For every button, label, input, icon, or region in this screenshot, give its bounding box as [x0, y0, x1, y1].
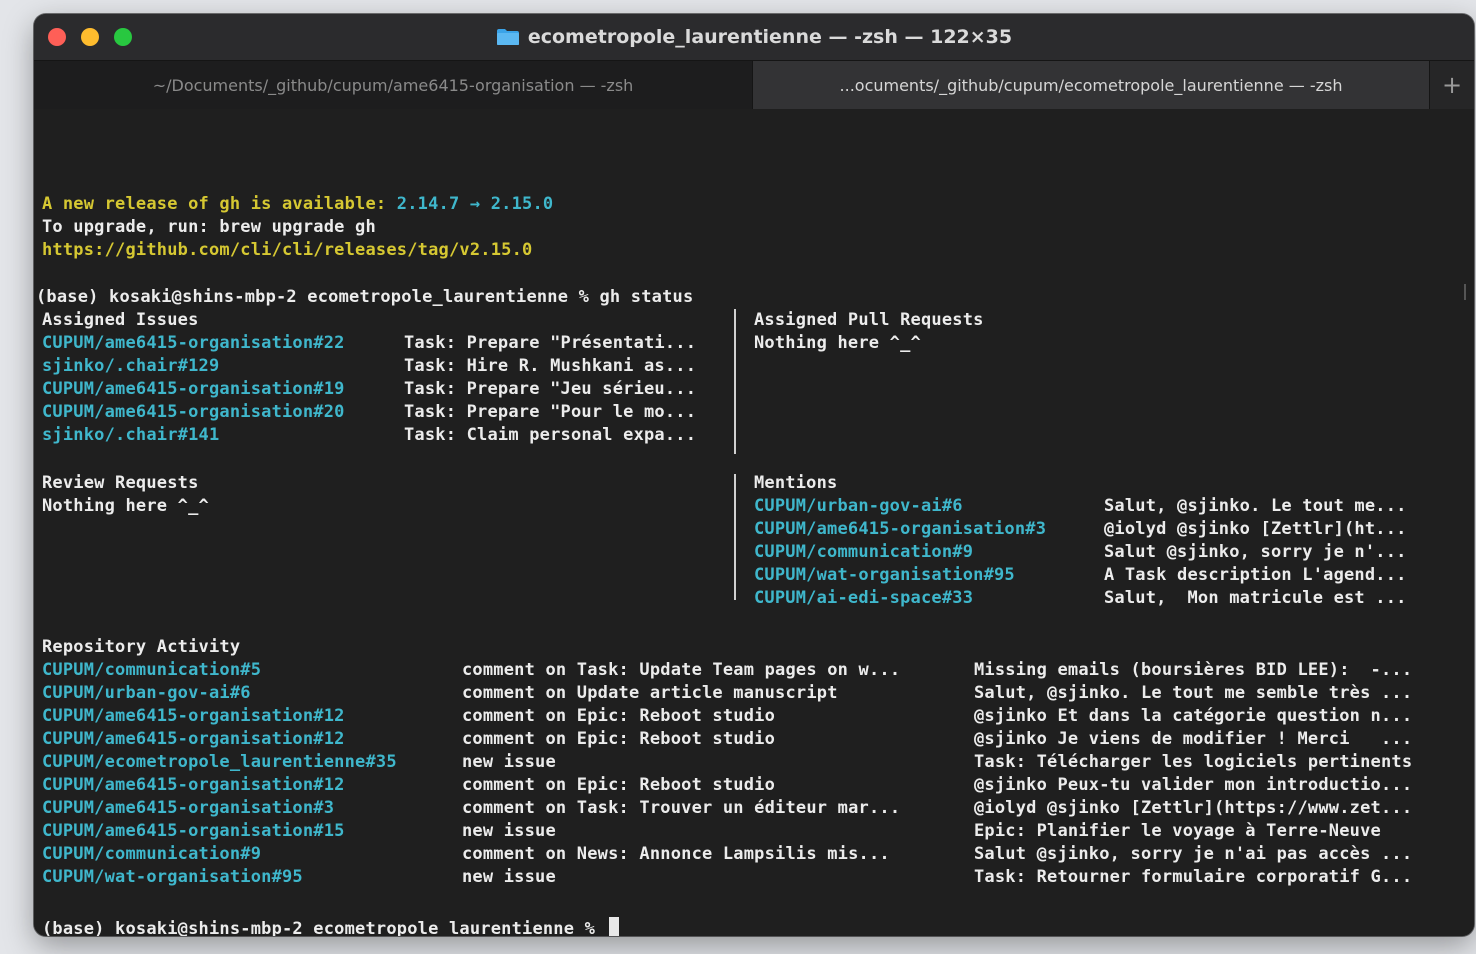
mention-text: @iolyd @sjinko [Zettlr](ht...: [1104, 519, 1407, 539]
activity-ref[interactable]: CUPUM/communication#5: [42, 659, 261, 682]
mention-text: Salut, Mon matricule est ...: [1104, 588, 1407, 608]
tab-ecometropole-laurentienne[interactable]: ...ocuments/_github/cupum/ecometropole_l…: [753, 61, 1429, 109]
issue-ref[interactable]: CUPUM/ame6415-organisation#20: [42, 401, 345, 424]
mention-ref[interactable]: CUPUM/wat-organisation#95: [754, 564, 1015, 587]
activity-action: new issue: [462, 752, 556, 772]
review-requests-heading: Review Requests: [42, 473, 199, 493]
issue-text: Task: Prepare "Présentati...: [404, 333, 697, 353]
activity-text: Task: Retourner formulaire corporatif G.…: [974, 867, 1413, 887]
activity-action: comment on Task: Trouver un éditeur mar.…: [462, 798, 901, 818]
release-version: 2.14.7 → 2.15.0: [396, 194, 554, 214]
issue-text: Task: Claim personal expa...: [404, 425, 697, 445]
assigned-prs-empty: Nothing here ^_^: [754, 333, 921, 353]
issue-text: Task: Prepare "Pour le mo...: [404, 402, 697, 422]
mention-ref[interactable]: CUPUM/urban-gov-ai#6: [754, 495, 963, 518]
activity-action: comment on Update article manuscript: [462, 683, 838, 703]
mention-text: Salut, @sjinko. Le tout me...: [1104, 496, 1407, 516]
activity-ref[interactable]: CUPUM/ame6415-organisation#3: [42, 797, 334, 820]
activity-action: comment on Epic: Reboot studio: [462, 729, 776, 749]
prompt-text: (base) kosaki@shins-mbp-2 ecometropole_l…: [42, 919, 606, 936]
review-requests-empty: Nothing here ^_^: [42, 496, 209, 516]
issue-ref[interactable]: sjinko/.chair#141: [42, 424, 219, 447]
issue-ref[interactable]: CUPUM/ame6415-organisation#22: [42, 332, 345, 355]
mention-text: Salut @sjinko, sorry je n'...: [1104, 542, 1407, 562]
tab-label: ...ocuments/_github/cupum/ecometropole_l…: [839, 75, 1343, 95]
command-prompt[interactable]: (base) kosaki@shins-mbp-2 ecometropole_l…: [42, 917, 620, 936]
terminal-output[interactable]: A new release of gh is available: 2.14.7…: [34, 109, 1474, 936]
text-cursor: [609, 917, 620, 936]
activity-text: Epic: Planifier le voyage à Terre-Neuve: [974, 821, 1381, 841]
window-title-container: ecometropole_laurentienne — -zsh — 122×3…: [34, 14, 1474, 60]
activity-action: comment on Task: Update Team pages on w.…: [462, 660, 901, 680]
issue-ref[interactable]: sjinko/.chair#129: [42, 355, 219, 378]
activity-ref[interactable]: CUPUM/ame6415-organisation#12: [42, 728, 345, 751]
release-prefix: A new release of gh is available:: [42, 194, 397, 214]
activity-action: comment on News: Annonce Lampsilis mis..…: [462, 844, 890, 864]
mention-ref[interactable]: CUPUM/communication#9: [754, 541, 973, 564]
activity-text: @iolyd @sjinko [Zettlr](https://www.zet.…: [974, 798, 1413, 818]
scrollbar[interactable]: [1464, 284, 1466, 300]
activity-action: new issue: [462, 821, 556, 841]
activity-text: Task: Télécharger les logiciels pertinen…: [974, 752, 1413, 772]
title-bar: ecometropole_laurentienne — -zsh — 122×3…: [34, 14, 1474, 60]
activity-action: comment on Epic: Reboot studio: [462, 706, 776, 726]
activity-text: Salut, @sjinko. Le tout me semble très .…: [974, 683, 1413, 703]
tab-bar: ~/Documents/_github/cupum/ame6415-organi…: [34, 60, 1474, 110]
mention-text: A Task description L'agend...: [1104, 565, 1407, 585]
tab-ame6415-organisation[interactable]: ~/Documents/_github/cupum/ame6415-organi…: [34, 61, 753, 109]
activity-ref[interactable]: CUPUM/ecometropole_laurentienne#35: [42, 751, 397, 774]
issue-text: Task: Hire R. Mushkani as...: [404, 356, 697, 376]
activity-ref[interactable]: CUPUM/ame6415-organisation#15: [42, 820, 345, 843]
activity-action: new issue: [462, 867, 556, 887]
mentions-heading: Mentions: [754, 473, 838, 493]
activity-text: @sjinko Et dans la catégorie question n.…: [974, 706, 1413, 726]
column-separator: [734, 474, 736, 600]
activity-text: Missing emails (boursières BID LEE): -..…: [974, 660, 1413, 680]
issue-text: Task: Prepare "Jeu sérieu...: [404, 379, 697, 399]
plus-icon: +: [1441, 71, 1463, 99]
prompt-command: (base) kosaki@shins-mbp-2 ecometropole_l…: [36, 287, 694, 307]
column-separator: [734, 309, 736, 454]
window-title: ecometropole_laurentienne — -zsh — 122×3…: [527, 26, 1013, 48]
activity-ref[interactable]: CUPUM/wat-organisation#95: [42, 866, 303, 889]
release-url[interactable]: https://github.com/cli/cli/releases/tag/…: [42, 239, 532, 262]
activity-ref[interactable]: CUPUM/ame6415-organisation#12: [42, 705, 345, 728]
assigned-prs-heading: Assigned Pull Requests: [754, 310, 984, 330]
activity-text: @sjinko Peux-tu valider mon introductio.…: [974, 775, 1413, 795]
assigned-issues-heading: Assigned Issues: [42, 310, 199, 330]
mention-ref[interactable]: CUPUM/ame6415-organisation#3: [754, 518, 1046, 541]
release-notice: A new release of gh is available: 2.14.7…: [42, 193, 553, 216]
tab-label: ~/Documents/_github/cupum/ame6415-organi…: [152, 75, 634, 95]
repo-activity-heading: Repository Activity: [42, 637, 241, 657]
activity-ref[interactable]: CUPUM/communication#9: [42, 843, 261, 866]
new-tab-button[interactable]: +: [1429, 61, 1474, 109]
mention-ref[interactable]: CUPUM/ai-edi-space#33: [754, 587, 973, 610]
issue-ref[interactable]: CUPUM/ame6415-organisation#19: [42, 378, 345, 401]
activity-text: @sjinko Je viens de modifier ! Merci ...: [974, 729, 1413, 749]
activity-action: comment on Epic: Reboot studio: [462, 775, 776, 795]
activity-ref[interactable]: CUPUM/ame6415-organisation#12: [42, 774, 345, 797]
folder-icon: [496, 28, 520, 46]
upgrade-line: To upgrade, run: brew upgrade gh: [42, 217, 376, 237]
terminal-window: ecometropole_laurentienne — -zsh — 122×3…: [34, 14, 1474, 936]
activity-ref[interactable]: CUPUM/urban-gov-ai#6: [42, 682, 251, 705]
activity-text: Salut @sjinko, sorry je n'ai pas accès .…: [974, 844, 1413, 864]
